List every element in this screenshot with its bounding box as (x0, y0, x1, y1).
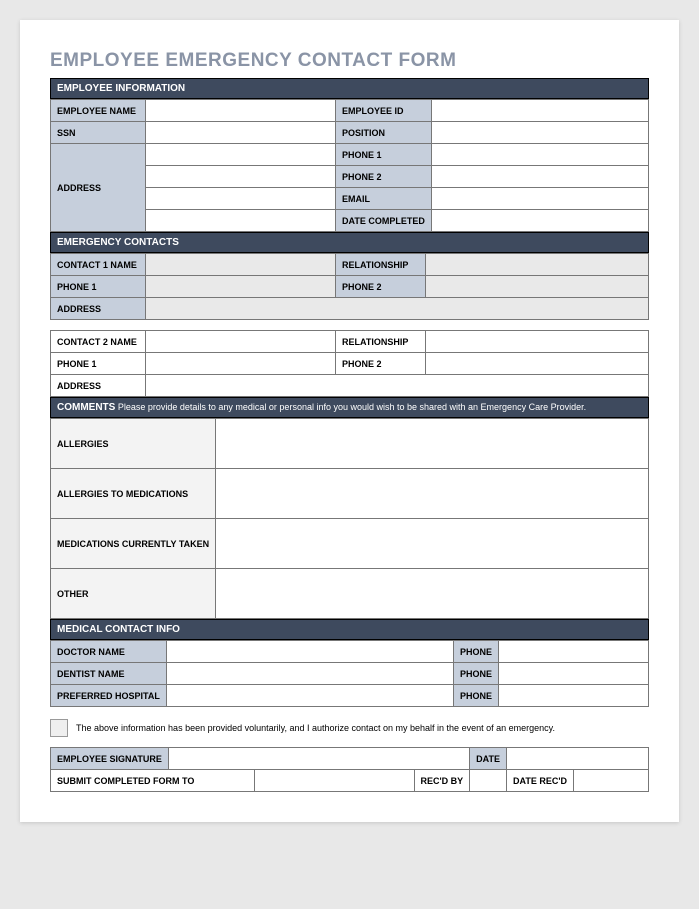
label-contact1-relationship: RELATIONSHIP (336, 254, 426, 276)
input-allergies-meds[interactable] (216, 469, 649, 519)
input-other[interactable] (216, 569, 649, 619)
disclaimer-row: The above information has been provided … (50, 719, 649, 737)
emergency-contacts-header: EMERGENCY CONTACTS (50, 232, 649, 253)
label-contact1-address: ADDRESS (51, 298, 146, 320)
input-address-2[interactable] (146, 166, 336, 188)
label-recd-by: REC'D BY (414, 770, 470, 792)
input-signature-date[interactable] (507, 748, 649, 770)
input-doctor-name[interactable] (166, 641, 453, 663)
input-contact1-address[interactable] (146, 298, 649, 320)
emergency-contacts-table: CONTACT 1 NAME RELATIONSHIP PHONE 1 PHON… (50, 253, 649, 320)
label-email: EMAIL (336, 188, 432, 210)
label-contact2-phone1: PHONE 1 (51, 353, 146, 375)
input-meds-taken[interactable] (216, 519, 649, 569)
label-other: OTHER (51, 569, 216, 619)
employee-info-table: EMPLOYEE NAME EMPLOYEE ID SSN POSITION A… (50, 99, 649, 232)
input-contact1-name[interactable] (146, 254, 336, 276)
input-phone2[interactable] (431, 166, 648, 188)
label-ssn: SSN (51, 122, 146, 144)
input-email[interactable] (431, 188, 648, 210)
label-allergies: ALLERGIES (51, 419, 216, 469)
label-contact1-name: CONTACT 1 NAME (51, 254, 146, 276)
input-contact1-relationship[interactable] (426, 254, 649, 276)
input-contact2-name[interactable] (146, 331, 336, 353)
form-title: EMPLOYEE EMERGENCY CONTACT FORM (50, 50, 649, 72)
input-employee-signature[interactable] (168, 748, 469, 770)
input-phone1[interactable] (431, 144, 648, 166)
emergency-contact2-table: CONTACT 2 NAME RELATIONSHIP PHONE 1 PHON… (50, 330, 649, 397)
label-doctor-name: DOCTOR NAME (51, 641, 167, 663)
employee-info-header: EMPLOYEE INFORMATION (50, 78, 649, 99)
input-address-3[interactable] (146, 188, 336, 210)
comments-header-bold: COMMENTS (57, 402, 115, 413)
label-date-recd: DATE REC'D (507, 770, 574, 792)
label-submit-to: SUBMIT COMPLETED FORM TO (51, 770, 255, 792)
label-employee-signature: EMPLOYEE SIGNATURE (51, 748, 169, 770)
comments-header-text: Please provide details to any medical or… (115, 402, 586, 412)
label-position: POSITION (336, 122, 432, 144)
input-date-completed[interactable] (431, 210, 648, 232)
input-address-4[interactable] (146, 210, 336, 232)
label-contact1-phone2: PHONE 2 (336, 276, 426, 298)
label-preferred-hospital: PREFERRED HOSPITAL (51, 685, 167, 707)
label-contact2-phone2: PHONE 2 (336, 353, 426, 375)
label-phone1: PHONE 1 (336, 144, 432, 166)
medical-contact-header: MEDICAL CONTACT INFO (50, 619, 649, 640)
input-contact2-phone1[interactable] (146, 353, 336, 375)
input-recd-by[interactable] (470, 770, 507, 792)
label-dentist-phone: PHONE (453, 663, 498, 685)
signature-table: EMPLOYEE SIGNATURE DATE SUBMIT COMPLETED… (50, 747, 649, 792)
input-contact1-phone1[interactable] (146, 276, 336, 298)
input-position[interactable] (431, 122, 648, 144)
label-signature-date: DATE (470, 748, 507, 770)
input-dentist-phone[interactable] (499, 663, 649, 685)
input-preferred-hospital[interactable] (166, 685, 453, 707)
input-ssn[interactable] (146, 122, 336, 144)
input-hospital-phone[interactable] (499, 685, 649, 707)
label-contact1-phone1: PHONE 1 (51, 276, 146, 298)
label-employee-id: EMPLOYEE ID (336, 100, 432, 122)
comments-header: COMMENTS Please provide details to any m… (50, 397, 649, 418)
input-date-recd[interactable] (574, 770, 649, 792)
disclaimer-text: The above information has been provided … (76, 723, 555, 733)
input-dentist-name[interactable] (166, 663, 453, 685)
input-contact2-address[interactable] (146, 375, 649, 397)
label-contact2-address: ADDRESS (51, 375, 146, 397)
input-employee-name[interactable] (146, 100, 336, 122)
label-doctor-phone: PHONE (453, 641, 498, 663)
label-dentist-name: DENTIST NAME (51, 663, 167, 685)
label-phone2: PHONE 2 (336, 166, 432, 188)
label-date-completed: DATE COMPLETED (336, 210, 432, 232)
input-contact2-relationship[interactable] (426, 331, 649, 353)
input-address-1[interactable] (146, 144, 336, 166)
input-allergies[interactable] (216, 419, 649, 469)
input-employee-id[interactable] (431, 100, 648, 122)
label-address: ADDRESS (51, 144, 146, 232)
label-contact2-name: CONTACT 2 NAME (51, 331, 146, 353)
input-doctor-phone[interactable] (499, 641, 649, 663)
label-allergies-meds: ALLERGIES TO MEDICATIONS (51, 469, 216, 519)
comments-table: ALLERGIES ALLERGIES TO MEDICATIONS MEDIC… (50, 418, 649, 619)
label-employee-name: EMPLOYEE NAME (51, 100, 146, 122)
input-submit-to[interactable] (254, 770, 414, 792)
form-page: EMPLOYEE EMERGENCY CONTACT FORM EMPLOYEE… (20, 20, 679, 822)
input-contact2-phone2[interactable] (426, 353, 649, 375)
medical-contact-table: DOCTOR NAME PHONE DENTIST NAME PHONE PRE… (50, 640, 649, 707)
authorization-checkbox[interactable] (50, 719, 68, 737)
input-contact1-phone2[interactable] (426, 276, 649, 298)
label-meds-taken: MEDICATIONS CURRENTLY TAKEN (51, 519, 216, 569)
label-hospital-phone: PHONE (453, 685, 498, 707)
label-contact2-relationship: RELATIONSHIP (336, 331, 426, 353)
